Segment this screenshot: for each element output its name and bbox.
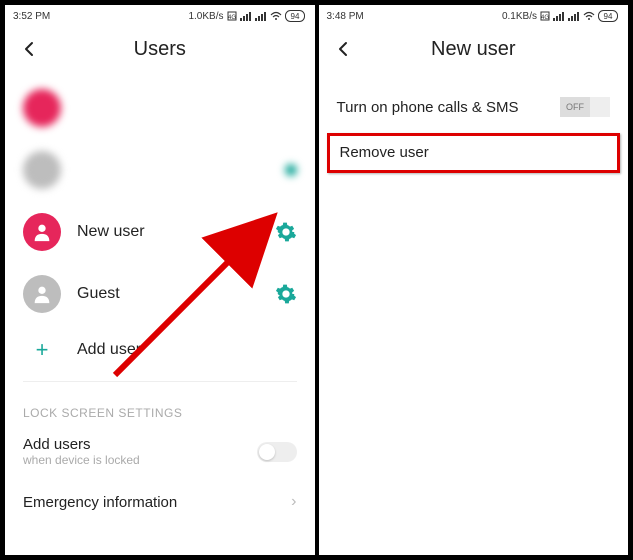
user-label: Guest	[77, 285, 275, 303]
svg-text:94: 94	[290, 12, 299, 21]
toggle-label: OFF	[566, 102, 584, 112]
person-icon	[31, 221, 53, 243]
phone-left: 3:52 PM 1.0KB/s 4G 94 Users	[3, 3, 317, 557]
svg-text:4G: 4G	[541, 15, 549, 21]
svg-text:4G: 4G	[227, 15, 235, 21]
wifi-icon	[583, 11, 595, 21]
setting-title: Emergency information	[23, 494, 291, 511]
setting-title: Add users	[23, 436, 257, 453]
user-settings-button[interactable]	[275, 221, 297, 243]
user-label	[77, 161, 285, 179]
toggle-switch[interactable]	[257, 442, 297, 462]
user-row-new-user[interactable]: New user	[5, 201, 315, 263]
settings-list: Turn on phone calls & SMS OFF Remove use…	[319, 71, 629, 173]
back-icon	[335, 41, 351, 57]
user-label: New user	[77, 223, 275, 241]
active-dot	[285, 164, 297, 176]
remove-user-label: Remove user	[340, 144, 429, 161]
status-time: 3:48 PM	[327, 11, 364, 22]
signal-icon-2	[255, 11, 267, 21]
setting-add-users[interactable]: Add users when device is locked	[5, 426, 315, 477]
add-user-button[interactable]: + Add user	[5, 325, 315, 375]
signal-icon	[553, 11, 565, 21]
status-bar: 3:48 PM 0.1KB/s 4G 94	[319, 5, 629, 27]
battery-icon: 94	[598, 10, 620, 22]
title-bar: New user	[319, 27, 629, 71]
battery-icon: 94	[285, 10, 307, 22]
user-row-blurred	[5, 139, 315, 201]
gear-icon	[275, 221, 297, 243]
signal-icon	[240, 11, 252, 21]
setting-label: Turn on phone calls & SMS	[337, 99, 561, 116]
toggle-switch[interactable]: OFF	[560, 97, 610, 117]
section-header: LOCK SCREEN SETTINGS	[5, 388, 315, 426]
signal-icon-2	[568, 11, 580, 21]
status-net: 0.1KB/s	[502, 11, 537, 22]
page-title: Users	[5, 38, 315, 61]
status-net: 1.0KB/s	[188, 11, 223, 22]
avatar-icon	[23, 275, 61, 313]
status-time: 3:52 PM	[13, 11, 50, 22]
add-user-label: Add user	[77, 341, 297, 359]
user-row-guest[interactable]: Guest	[5, 263, 315, 325]
wifi-icon	[270, 11, 282, 21]
phone-right: 3:48 PM 0.1KB/s 4G 94 New user Turn on p…	[317, 3, 631, 557]
avatar-icon	[23, 151, 61, 189]
status-right: 0.1KB/s 4G 94	[502, 10, 620, 22]
status-bar: 3:52 PM 1.0KB/s 4G 94	[5, 5, 315, 27]
blurred-users	[5, 77, 315, 201]
avatar-icon	[23, 89, 61, 127]
chevron-right-icon: ›	[291, 493, 296, 511]
annotation-highlight: Remove user	[327, 133, 621, 173]
user-settings-button[interactable]	[275, 283, 297, 305]
back-button[interactable]	[17, 37, 41, 61]
back-button[interactable]	[331, 37, 355, 61]
setting-phone-sms[interactable]: Turn on phone calls & SMS OFF	[319, 83, 629, 131]
remove-user-button[interactable]: Remove user	[340, 144, 608, 162]
status-right: 1.0KB/s 4G 94	[188, 10, 306, 22]
title-bar: Users	[5, 27, 315, 71]
back-icon	[21, 41, 37, 57]
setting-emergency-info[interactable]: Emergency information ›	[5, 477, 315, 527]
plus-icon: +	[23, 339, 61, 361]
setting-subtitle: when device is locked	[23, 453, 257, 467]
divider	[23, 381, 297, 382]
users-list: New user Guest + Add user LOCK SCREEN	[5, 71, 315, 527]
gear-icon	[275, 283, 297, 305]
avatar-icon	[23, 213, 61, 251]
person-icon	[31, 283, 53, 305]
user-row-blurred	[5, 77, 315, 139]
user-label	[77, 99, 297, 117]
sim-icon: 4G	[227, 11, 237, 21]
svg-text:94: 94	[604, 12, 613, 21]
sim-icon: 4G	[540, 11, 550, 21]
page-title: New user	[319, 38, 629, 61]
